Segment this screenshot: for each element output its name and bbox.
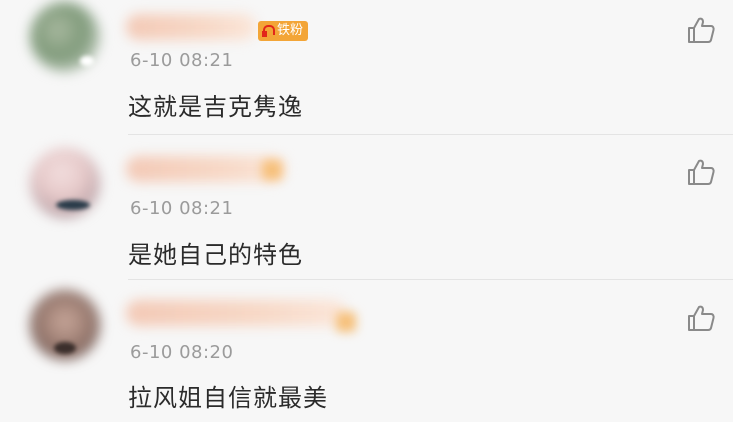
username-blurred[interactable] xyxy=(126,14,256,40)
badge-blurred xyxy=(262,160,282,180)
avatar-detail xyxy=(56,200,90,210)
comment-text: 这就是吉克隽逸 xyxy=(128,93,303,121)
fan-badge-label: 铁粉 xyxy=(277,23,304,38)
comment-time: 6-10 08:20 xyxy=(130,342,234,363)
comment-text: 是她自己的特色 xyxy=(128,241,303,269)
thumbs-up-icon[interactable] xyxy=(686,304,716,332)
avatar-detail xyxy=(54,342,76,354)
fan-badge-icon xyxy=(261,24,275,38)
badge-blurred xyxy=(336,312,356,332)
comment-item[interactable]: 铁粉 6-10 08:21 这就是吉克隽逸 xyxy=(0,0,733,140)
comment-time: 6-10 08:21 xyxy=(130,198,234,219)
thumbs-up-icon[interactable] xyxy=(686,16,716,44)
comment-item[interactable]: 6-10 08:21 是她自己的特色 xyxy=(0,140,733,280)
avatar-detail xyxy=(80,56,94,66)
divider xyxy=(128,279,733,280)
divider xyxy=(128,134,733,135)
fan-badge: 铁粉 xyxy=(258,21,309,41)
thumbs-up-icon[interactable] xyxy=(686,158,716,186)
username-blurred[interactable] xyxy=(126,300,346,326)
comment-text: 拉风姐自信就最美 xyxy=(128,384,328,412)
comment-item[interactable]: 6-10 08:20 拉风姐自信就最美 xyxy=(0,284,733,422)
comment-time: 6-10 08:21 xyxy=(130,50,234,71)
